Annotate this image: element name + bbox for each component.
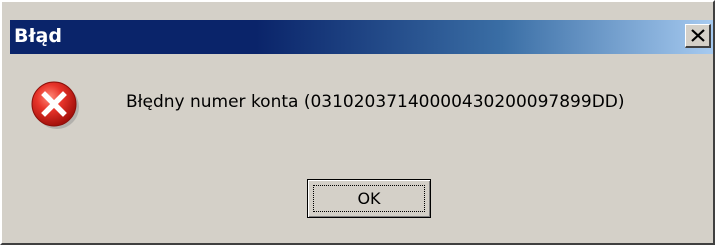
error-icon	[31, 81, 79, 129]
dialog-title: Błąd	[14, 25, 62, 47]
error-message: Błędny numer konta (03102037140000430200…	[126, 92, 625, 112]
close-icon	[691, 29, 705, 42]
close-button[interactable]	[685, 24, 711, 48]
dialog-body: Błędny numer konta (03102037140000430200…	[2, 54, 713, 247]
ok-button[interactable]: OK	[307, 179, 431, 218]
ok-button-label: OK	[357, 189, 381, 208]
error-dialog: Błąd Błędny numer konta (031020371400004…	[0, 0, 715, 245]
title-bar[interactable]: Błąd	[10, 20, 713, 54]
